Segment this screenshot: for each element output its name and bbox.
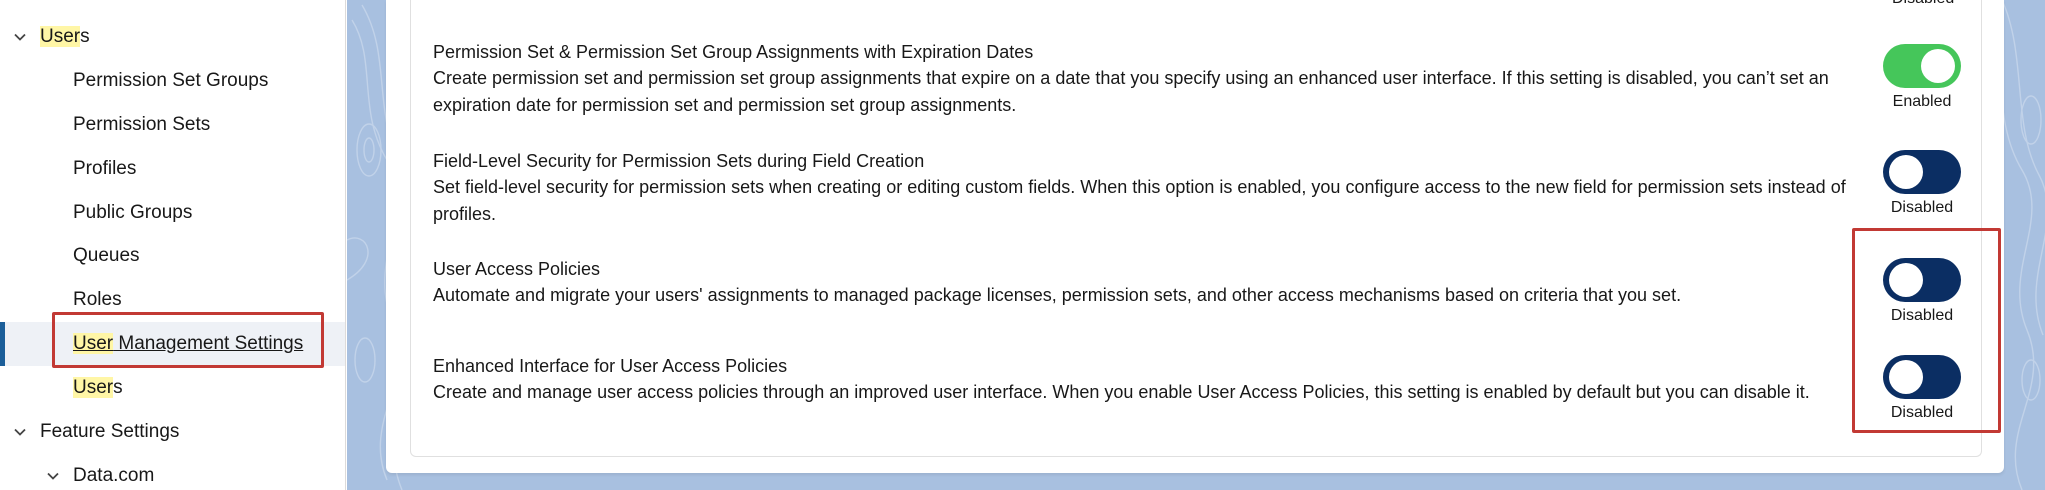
setting-permission-set-expiration: Permission Set & Permission Set Group As… — [433, 39, 1863, 119]
toggle-status-label: Enabled — [1892, 93, 1952, 110]
setting-title: Permission Set & Permission Set Group As… — [433, 42, 1034, 62]
toggle-container: Disabled — [1867, 355, 1977, 422]
setting-description: Create permission set and permission set… — [433, 68, 1829, 115]
sidebar-item-profiles[interactable]: Profiles — [0, 148, 345, 190]
chevron-down-icon[interactable] — [46, 469, 60, 483]
sidebar-group-label: Data.com — [73, 465, 155, 486]
setting-user-access-policies: User Access Policies Automate and migrat… — [433, 256, 1863, 309]
setting-description: Automate and migrate your users' assignm… — [433, 285, 1682, 305]
sidebar-item-user-management-settings[interactable]: User Management Settings — [0, 322, 345, 366]
sidebar-group-label: Users — [40, 26, 90, 47]
sidebar-group-label: Feature Settings — [40, 421, 180, 442]
toggle-status-label: Disabled — [1890, 404, 1954, 421]
setting-field-level-security: Field-Level Security for Permission Sets… — [433, 148, 1863, 228]
chevron-down-icon[interactable] — [13, 425, 27, 439]
toggle-status-label: Disabled — [1890, 307, 1954, 324]
chevron-down-icon[interactable] — [13, 30, 27, 44]
sidebar-item-label: Profiles — [73, 158, 137, 179]
sidebar-item-permission-set-groups[interactable]: Permission Set Groups — [0, 60, 345, 102]
setting-description: Set field-level security for permission … — [433, 177, 1846, 224]
toggle-status-label: Disabled — [1890, 199, 1954, 216]
sidebar-item-label: Public Groups — [73, 202, 193, 223]
sidebar-item-label: Permission Set Groups — [73, 70, 269, 91]
setting-enhanced-interface-uap: Enhanced Interface for User Access Polic… — [433, 353, 1863, 406]
toggle-knob — [1889, 360, 1923, 394]
partial-status-label: Disabled — [1892, 0, 1954, 8]
setting-description: Create and manage user access policies t… — [433, 382, 1810, 402]
sidebar-item-label: Roles — [73, 289, 122, 310]
sidebar-item-label: User Management Settings — [73, 333, 304, 354]
toggle-knob — [1889, 263, 1923, 297]
setting-title: User Access Policies — [433, 259, 601, 279]
toggle-field-level-security[interactable] — [1883, 150, 1961, 194]
setting-title: Field-Level Security for Permission Sets… — [433, 151, 925, 171]
setup-sidebar: Users Permission Set Groups Permission S… — [0, 0, 346, 490]
sidebar-group-datacom[interactable]: Data.com — [0, 455, 345, 490]
toggle-user-access-policies[interactable] — [1883, 258, 1961, 302]
toggle-enhanced-interface-uap[interactable] — [1883, 355, 1961, 399]
sidebar-item-users[interactable]: Users — [0, 367, 345, 409]
sidebar-item-permission-sets[interactable]: Permission Sets — [0, 104, 345, 146]
sidebar-item-roles[interactable]: Roles — [0, 279, 345, 321]
toggle-knob — [1921, 49, 1955, 83]
setting-title: Enhanced Interface for User Access Polic… — [433, 356, 788, 376]
toggle-container: Enabled — [1867, 44, 1977, 111]
toggle-permission-set-expiration[interactable] — [1883, 44, 1961, 88]
sidebar-item-label: Queues — [73, 245, 140, 266]
toggle-container: Disabled — [1867, 258, 1977, 325]
sidebar-item-queues[interactable]: Queues — [0, 235, 345, 277]
app-root: Users Permission Set Groups Permission S… — [0, 0, 2045, 490]
sidebar-item-label: Users — [73, 377, 123, 398]
sidebar-item-label: Permission Sets — [73, 114, 211, 135]
sidebar-group-feature-settings[interactable]: Feature Settings — [0, 411, 345, 453]
sidebar-group-users[interactable]: Users — [0, 16, 345, 58]
toggle-container: Disabled — [1867, 150, 1977, 217]
toggle-knob — [1889, 155, 1923, 189]
sidebar-item-public-groups[interactable]: Public Groups — [0, 192, 345, 234]
